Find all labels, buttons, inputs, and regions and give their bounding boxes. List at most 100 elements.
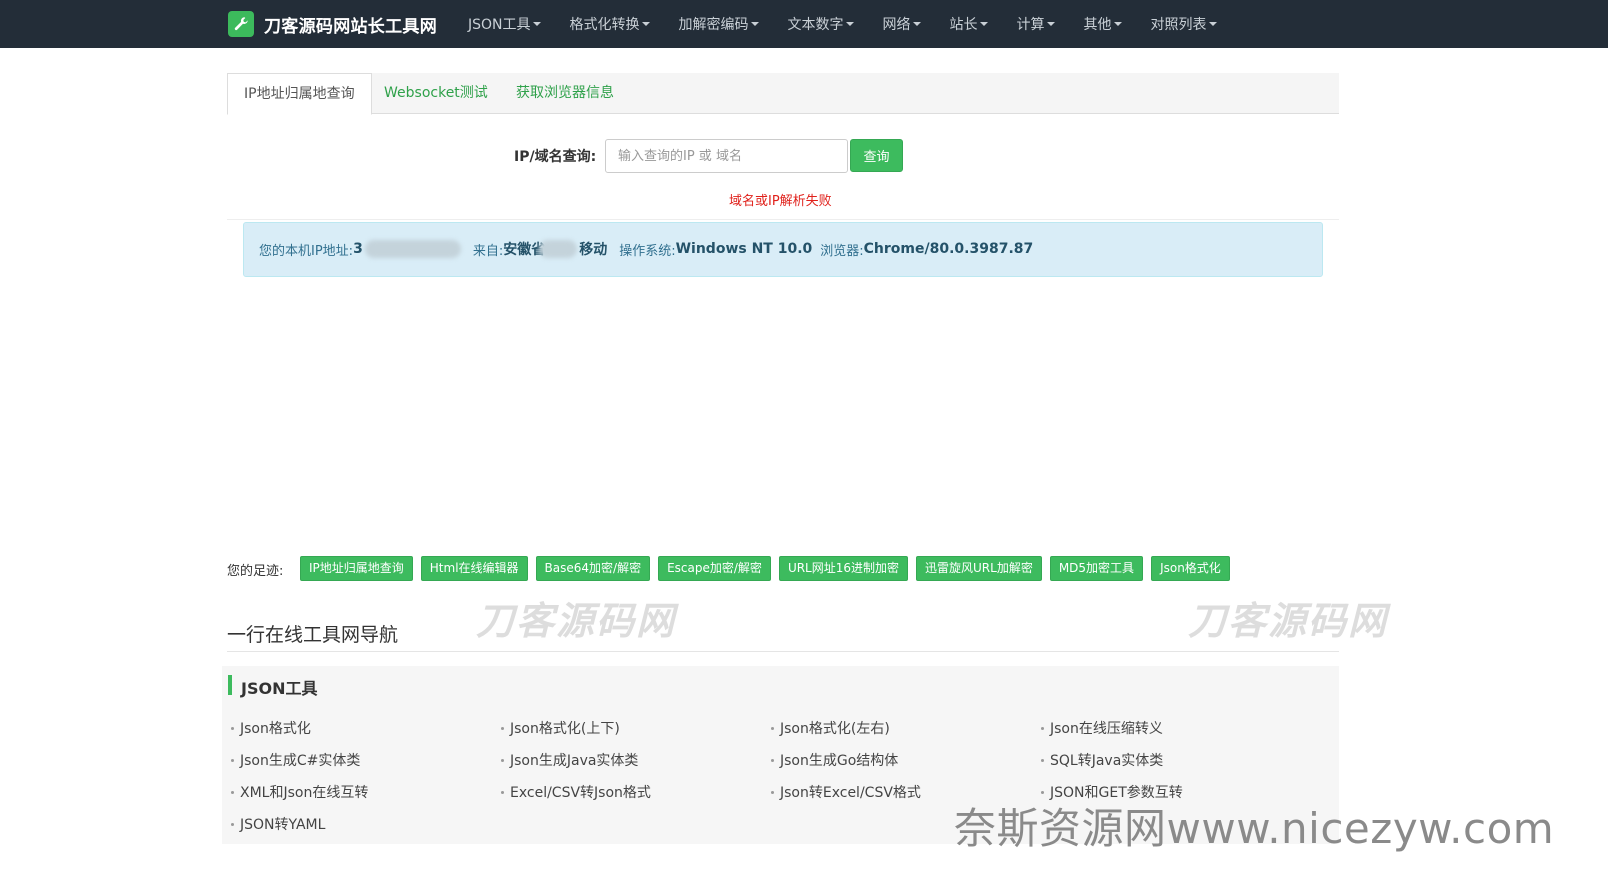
tool-link-label: Json生成Java实体类 [510, 753, 639, 769]
caret-down-icon [845, 22, 854, 26]
divider [227, 651, 1339, 652]
tool-link[interactable]: Json格式化(上下) [501, 718, 620, 738]
tool-link[interactable]: JSON转YAML [231, 814, 325, 834]
footprint-tag[interactable]: Escape加密/解密 [658, 556, 771, 581]
bullet-icon [771, 758, 774, 762]
tool-link-label: Json格式化 [240, 721, 311, 737]
browser-label: 浏览器: [820, 243, 864, 259]
top-navbar: 刀客源码网站长工具网 JSON工具 格式化转换 加解密编码 文本数字 网络 站长… [0, 0, 1608, 48]
bullet-icon [501, 758, 504, 762]
bullet-icon [1041, 726, 1044, 730]
tool-link[interactable]: Json格式化(左右) [771, 718, 890, 738]
menu-label: 计算 [1016, 17, 1045, 33]
caret-down-icon [532, 22, 541, 26]
from-isp: 移动 [579, 242, 608, 258]
caret-down-icon [1113, 22, 1122, 26]
category-title: JSON工具 [241, 679, 318, 698]
divider [227, 219, 1339, 220]
bullet-icon [231, 822, 234, 826]
main-menu: JSON工具 格式化转换 加解密编码 文本数字 网络 站长 计算 其他 对照列表 [468, 0, 1246, 48]
tool-link[interactable]: Json转Excel/CSV格式 [771, 782, 921, 802]
tool-link[interactable]: XML和Json在线互转 [231, 782, 368, 802]
local-ip-info-panel: 您的本机IP地址: 3 来自: 安徽省 移动 操作系统: Windows NT … [243, 222, 1323, 277]
tool-link[interactable]: Json在线压缩转义 [1041, 718, 1163, 738]
menu-label: 格式化转换 [569, 17, 640, 33]
caret-down-icon [750, 22, 759, 26]
brand-link[interactable]: 刀客源码网站长工具网 [228, 11, 437, 37]
bullet-icon [771, 790, 774, 794]
footprint-tag[interactable]: Base64加密/解密 [535, 556, 651, 581]
corner-watermark: 奈斯资源网www.nicezyw.com [954, 804, 1555, 853]
menu-label: JSON工具 [468, 17, 531, 33]
tool-link-label: JSON转YAML [240, 817, 326, 833]
footprint-tag[interactable]: Json格式化 [1151, 556, 1230, 581]
tool-link-label: Json格式化(上下) [510, 721, 620, 737]
menu-webmaster[interactable]: 站长 [950, 14, 988, 34]
caret-down-icon [979, 22, 988, 26]
tool-link[interactable]: Json格式化 [231, 718, 311, 738]
bullet-icon [1041, 758, 1044, 762]
menu-reference-list[interactable]: 对照列表 [1151, 14, 1217, 34]
footprints-list: IP地址归属地查询 Html在线编辑器 Base64加密/解密 Escape加密… [300, 556, 1238, 581]
footprint-tag[interactable]: 迅雷旋风URL加解密 [916, 556, 1042, 581]
tab-websocket-test[interactable]: Websocket测试 [368, 73, 504, 114]
menu-calculate[interactable]: 计算 [1017, 14, 1055, 34]
caret-down-icon [1208, 22, 1217, 26]
menu-other[interactable]: 其他 [1084, 14, 1122, 34]
tool-link-label: SQL转Java实体类 [1050, 753, 1164, 769]
bullet-icon [231, 790, 234, 794]
footprint-tag[interactable]: MD5加密工具 [1049, 556, 1144, 581]
ip-domain-input[interactable] [605, 139, 848, 173]
footprint-tag[interactable]: URL网址16进制加密 [778, 556, 909, 581]
tool-link-label: Json转Excel/CSV格式 [780, 785, 921, 801]
wrench-icon [228, 11, 254, 37]
menu-label: 文本数字 [787, 17, 844, 33]
menu-label: 加解密编码 [678, 17, 749, 33]
bullet-icon [771, 726, 774, 730]
tool-link-label: XML和Json在线互转 [240, 785, 369, 801]
query-label: IP/域名查询: [514, 149, 597, 165]
info-line: 您的本机IP地址: 3 来自: 安徽省 移动 操作系统: Windows NT … [259, 239, 1033, 259]
ip-label: 您的本机IP地址: [259, 243, 354, 259]
menu-label: 网络 [882, 17, 911, 33]
footprints-label: 您的足迹: [227, 564, 284, 579]
browser-value: Chrome/80.0.3987.87 [863, 241, 1034, 257]
footprint-tag[interactable]: Html在线编辑器 [420, 556, 528, 581]
tab-browser-info[interactable]: 获取浏览器信息 [500, 73, 630, 114]
tool-link[interactable]: Excel/CSV转Json格式 [501, 782, 651, 802]
bullet-icon [1041, 790, 1044, 794]
menu-format-convert[interactable]: 格式化转换 [570, 14, 650, 34]
query-button[interactable]: 查询 [850, 139, 903, 172]
tool-link[interactable]: Json生成C#实体类 [231, 750, 360, 770]
menu-label: 对照列表 [1150, 17, 1207, 33]
caret-down-icon [912, 22, 921, 26]
bullet-icon [501, 726, 504, 730]
menu-json-tools[interactable]: JSON工具 [468, 14, 541, 34]
tool-link[interactable]: SQL转Java实体类 [1041, 750, 1163, 770]
menu-encrypt-encode[interactable]: 加解密编码 [679, 14, 759, 34]
tool-link-label: Excel/CSV转Json格式 [510, 785, 651, 801]
menu-network[interactable]: 网络 [883, 14, 921, 34]
os-label: 操作系统: [619, 243, 676, 259]
from-label: 来自: [472, 243, 504, 259]
nav-section-title: 一行在线工具网导航 [227, 624, 399, 646]
menu-label: 站长 [949, 17, 978, 33]
menu-text-number[interactable]: 文本数字 [788, 14, 854, 34]
menu-label: 其他 [1083, 17, 1112, 33]
brand-title: 刀客源码网站长工具网 [264, 16, 437, 37]
caret-down-icon [1046, 22, 1055, 26]
watermark-logo: 刀客源码网 [476, 599, 677, 643]
tool-link-label: Json格式化(左右) [780, 721, 890, 737]
error-message: 域名或IP解析失败 [729, 194, 832, 209]
tool-link-label: Json在线压缩转义 [1050, 721, 1163, 737]
os-value: Windows NT 10.0 [675, 241, 813, 257]
redacted-city [539, 240, 578, 258]
tool-link-label: Json生成C#实体类 [240, 753, 361, 769]
tool-link-label: Json生成Go结构体 [780, 753, 899, 769]
bullet-icon [501, 790, 504, 794]
tool-link[interactable]: Json生成Go结构体 [771, 750, 898, 770]
tab-ip-lookup[interactable]: IP地址归属地查询 [227, 73, 372, 115]
bullet-icon [231, 758, 234, 762]
tool-link[interactable]: Json生成Java实体类 [501, 750, 638, 770]
footprint-tag[interactable]: IP地址归属地查询 [300, 556, 413, 581]
